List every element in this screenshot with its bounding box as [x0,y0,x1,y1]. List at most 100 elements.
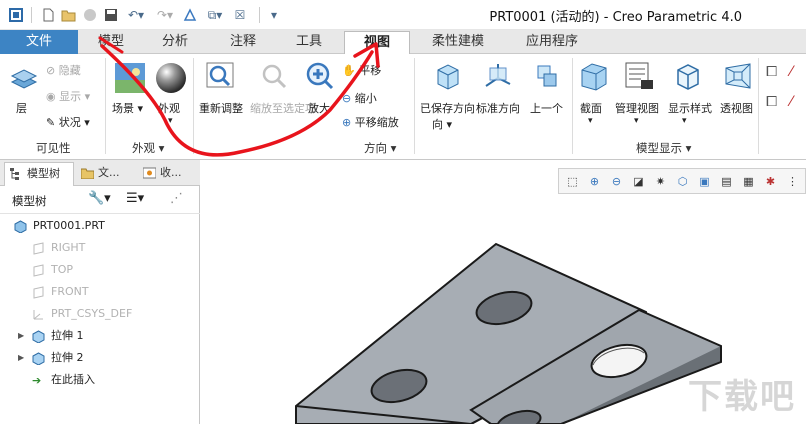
separator [193,58,194,154]
tab-applications[interactable]: 应用程序 [506,31,598,54]
graphics-viewport[interactable]: ⬚ ⊕ ⊖ ◪ ✷ ⬡ ▣ ▤ ▦ ✱ ⋮ 下载吧 [201,160,806,424]
tab-file[interactable]: 文件 [0,30,78,54]
tree-settings-icon[interactable]: 🔧▾ [88,191,111,206]
datum-point-icon[interactable]: ⁄ [790,94,792,110]
zoom-out-icon: ⊖ [342,92,355,105]
tab-annotate[interactable]: 注释 [212,31,274,54]
tab-view[interactable]: 视图 [344,31,410,55]
favorites-icon [143,167,156,179]
spin-center-icon[interactable]: ✷ [651,172,670,190]
datum-display-view-icon[interactable]: ✱ [761,172,780,190]
tree-node-part[interactable]: PRT0001.PRT [14,216,105,236]
view-toolbar: ⬚ ⊕ ⊖ ◪ ✷ ⬡ ▣ ▤ ▦ ✱ ⋮ [558,168,806,194]
tab-model[interactable]: 模型 [80,31,142,54]
hide-icon: ⊘ [46,64,59,77]
window-icon[interactable]: ⧉▾ [203,7,227,23]
more-view-icon[interactable]: ⋮ [783,172,802,190]
tree-node-csys[interactable]: PRT_CSYS_DEF [32,304,132,324]
refit-button[interactable]: 重新调整 [199,100,243,116]
tab-model-tree[interactable]: 模型树 [4,162,74,186]
tab-folder-browser[interactable]: 文... [76,162,136,186]
model-tree-icon [10,168,19,180]
datum-plane-icon [33,285,44,299]
tree-columns-icon[interactable]: ☰▾ [126,191,144,206]
appearance-button[interactable]: 外观 [158,100,180,116]
hide-button[interactable]: ⊘ 隐藏 [46,62,81,78]
extrude-icon [32,329,45,343]
redo-icon[interactable]: ↷▾ [153,7,177,23]
new-icon[interactable] [40,7,56,23]
zoom-in-view-icon[interactable]: ⊕ [585,172,604,190]
tree-node-right-plane[interactable]: RIGHT [32,238,85,258]
status-button[interactable]: ✎ 状况 ▾ [46,114,90,130]
section-dropdown-icon[interactable]: ▾ [588,116,593,126]
repaint-icon[interactable]: ◪ [629,172,648,190]
zoom-out-view-icon[interactable]: ⊖ [607,172,626,190]
annotation-display-icon[interactable]: ▦ [739,172,758,190]
standard-orientation-button[interactable]: 标准方向 [476,100,520,116]
open-icon[interactable] [61,7,77,23]
tab-analysis[interactable]: 分析 [144,31,206,54]
saved-orientations-dropdown[interactable]: 向 ▾ [432,116,452,132]
model-tree-toolbar: 模型树 🔧▾ ☰▾ ⋰ [0,186,200,214]
watermark: 下载吧 [688,377,796,417]
previous-orientation-button[interactable]: 上一个 [530,100,563,116]
pan-button[interactable]: ✋ 平移 [342,62,381,78]
pan-zoom-button[interactable]: ⊕ 平移缩放 [342,114,399,130]
datum-display-icon[interactable]: ⧠ [766,64,777,80]
expand-icon[interactable]: ▶ [18,348,24,368]
tree-node-front-plane[interactable]: FRONT [32,282,89,302]
close-window-icon[interactable]: ☒ [232,7,248,23]
datum-plane-icon[interactable]: ⧠ [766,94,777,110]
title-bar: ↶▾ ↷▾ ⧉▾ ☒ ▾ PRT0001 (活动的) - Creo Parame… [0,0,806,30]
manage-views-dropdown-icon[interactable]: ▾ [634,116,639,126]
show-button[interactable]: ◉ 显示 ▾ [46,88,90,104]
model-display-group-label: 模型显示 ▾ [636,141,692,155]
view-manager-icon[interactable]: ▤ [717,172,736,190]
regenerate-icon[interactable] [82,7,98,23]
standard-orientation-icon [485,64,511,87]
tree-node-top-plane[interactable]: TOP [32,260,73,280]
tree-node-extrude-2[interactable]: ▶ 拉伸 2 [18,348,84,368]
display-style-button[interactable]: 显示样式 [668,100,712,116]
saved-orientation-view-icon[interactable]: ▣ [695,172,714,190]
tree-filter-icon[interactable]: ⋰ [170,191,183,206]
tree-node-extrude-1[interactable]: ▶ 拉伸 1 [18,326,84,346]
expand-icon[interactable]: ▶ [18,326,24,346]
save-icon[interactable] [103,7,119,23]
display-style-view-icon[interactable]: ⬡ [673,172,692,190]
tab-tools[interactable]: 工具 [278,31,340,54]
zoom-to-selected-button[interactable]: 缩放至选定项 [250,100,316,116]
saved-orientations-button[interactable]: 已保存方向 [420,100,475,116]
tree-node-insert-here[interactable]: ➔ 在此插入 [32,370,95,390]
insert-arrow-icon: ➔ [32,373,42,387]
display-style-dropdown-icon[interactable]: ▾ [682,116,687,126]
section-button[interactable]: 截面 [580,100,602,116]
datum-plane-icon [33,263,44,277]
datum-axis-icon[interactable]: ⁄ [790,64,792,80]
feature-icon[interactable] [182,7,198,23]
zoom-out-button[interactable]: ⊖ 缩小 [342,90,377,106]
separator [105,58,106,154]
zoom-in-button[interactable]: 放大 [308,100,330,116]
layer-button[interactable]: 层 [16,100,27,116]
tab-flexible-modeling[interactable]: 柔性建模 [414,31,502,54]
scene-button[interactable]: 场景 ▾ [112,100,143,116]
folder-icon [81,168,94,179]
separator [414,58,415,154]
ribbon-panel: 层 ⊘ 隐藏 ◉ 显示 ▾ ✎ 状况 ▾ 可见性 场景 ▾ 外观 ▾ 外观 ▾ … [0,54,806,160]
customize-icon[interactable]: ▾ [266,7,282,23]
manage-views-button[interactable]: 管理视图 [615,100,659,116]
show-icon: ◉ [46,90,60,103]
navigator-tabs: 模型树 文... 收... [0,160,200,186]
zoom-in-icon [306,62,334,90]
pan-hand-icon: ✋ [342,64,360,77]
tab-favorites[interactable]: 收... [138,162,198,186]
refit-icon [206,62,234,88]
perspective-view-button[interactable]: 透视图 [720,100,753,116]
refit-view-icon[interactable]: ⬚ [563,172,582,190]
visibility-group-label: 可见性 [36,141,71,155]
app-icon[interactable] [8,7,24,23]
undo-icon[interactable]: ↶▾ [124,7,148,23]
appearance-dropdown-icon[interactable]: ▾ [168,116,173,126]
